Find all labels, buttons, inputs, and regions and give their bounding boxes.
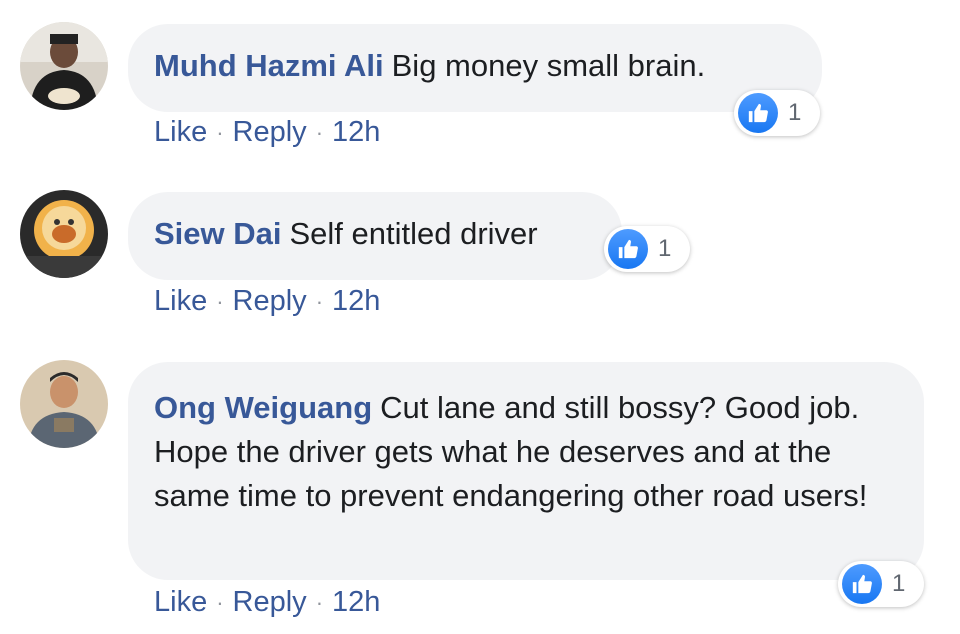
- comment-author[interactable]: Ong Weiguang: [154, 390, 372, 425]
- comment-text: Big money small brain.: [391, 48, 706, 83]
- avatar[interactable]: [20, 360, 108, 448]
- like-thumb-icon: [738, 93, 778, 133]
- comment-bubble: Muhd Hazmi Ali Big money small brain.: [128, 24, 822, 112]
- comment-text: Self entitled driver: [289, 216, 538, 251]
- comment-actions: Like · Reply · 12h: [154, 285, 380, 318]
- reaction-count: 1: [892, 570, 906, 597]
- like-thumb-icon: [842, 564, 882, 604]
- reply-link[interactable]: Reply: [233, 116, 307, 149]
- like-thumb-icon: [608, 229, 648, 269]
- comment-bubble: Siew Dai Self entitled driver: [128, 192, 622, 280]
- avatar-photo-icon: [20, 22, 108, 110]
- like-link[interactable]: Like: [154, 586, 207, 619]
- separator: ·: [216, 288, 224, 314]
- comment-author[interactable]: Siew Dai: [154, 216, 282, 251]
- reaction-count: 1: [788, 99, 802, 126]
- like-link[interactable]: Like: [154, 285, 207, 318]
- avatar-photo-icon: [20, 190, 108, 278]
- reaction-summary[interactable]: 1: [604, 226, 690, 272]
- comment-author[interactable]: Muhd Hazmi Ali: [154, 48, 384, 83]
- avatar-photo-icon: [20, 360, 108, 448]
- comment-actions: Like · Reply · 12h: [154, 116, 380, 149]
- timestamp[interactable]: 12h: [332, 586, 380, 619]
- like-link[interactable]: Like: [154, 116, 207, 149]
- timestamp[interactable]: 12h: [332, 285, 380, 318]
- separator: ·: [216, 589, 224, 615]
- reply-link[interactable]: Reply: [233, 586, 307, 619]
- reaction-count: 1: [658, 235, 672, 262]
- separator: ·: [315, 119, 324, 145]
- reply-link[interactable]: Reply: [233, 285, 307, 318]
- separator: ·: [315, 288, 324, 314]
- timestamp[interactable]: 12h: [332, 116, 380, 149]
- comment: Siew Dai Self entitled driver 1 Like · Re…: [0, 170, 960, 340]
- comment-bubble: Ong Weiguang Cut lane and still bossy? Go…: [128, 362, 924, 580]
- reaction-summary[interactable]: 1: [838, 561, 924, 607]
- reaction-summary[interactable]: 1: [734, 90, 820, 136]
- separator: ·: [216, 119, 224, 145]
- comment-actions: Like · Reply · 12h: [154, 586, 380, 619]
- avatar[interactable]: [20, 190, 108, 278]
- comment: Muhd Hazmi Ali Big money small brain. 1 L…: [0, 0, 960, 170]
- comment: Ong Weiguang Cut lane and still bossy? Go…: [0, 340, 960, 634]
- avatar[interactable]: [20, 22, 108, 110]
- separator: ·: [315, 589, 324, 615]
